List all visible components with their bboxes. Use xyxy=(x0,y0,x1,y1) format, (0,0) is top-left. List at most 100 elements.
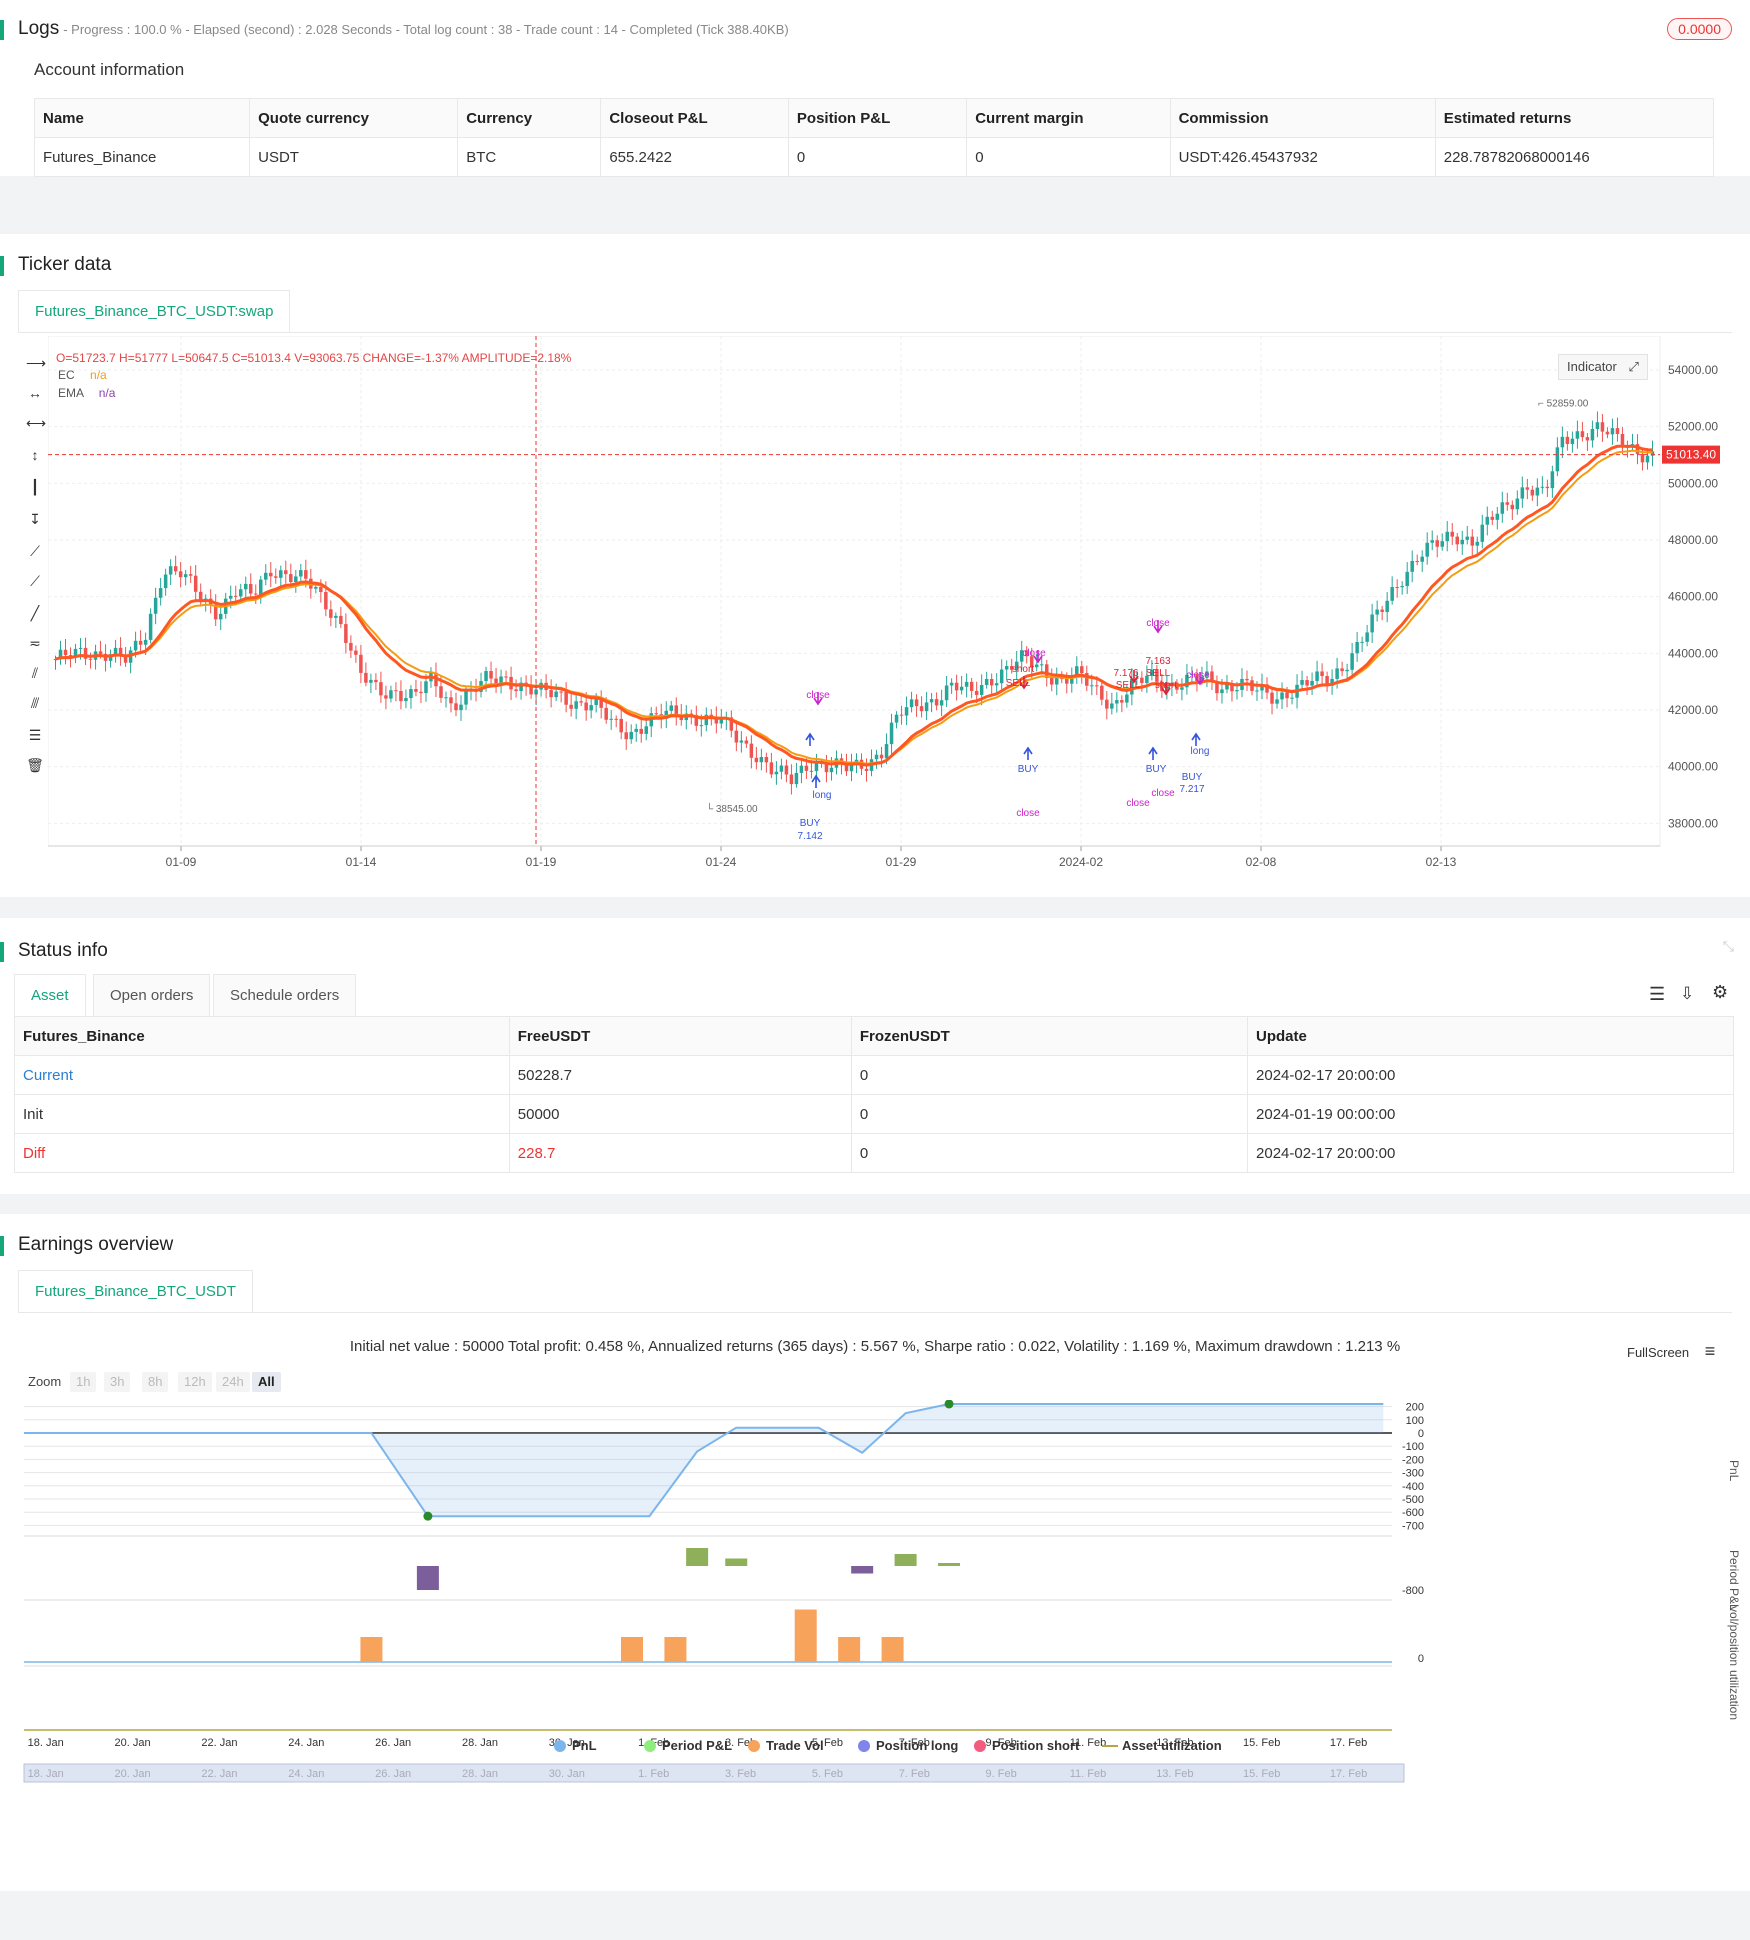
trend-line-icon[interactable]: ⟋ xyxy=(26,542,44,560)
candle-body xyxy=(624,732,628,740)
legend-item[interactable]: Asset utilization xyxy=(1102,1738,1222,1753)
candle-body xyxy=(324,592,328,610)
vertical-line-icon[interactable]: ↕ xyxy=(26,446,44,464)
high-label: ⌐ 52859.00 xyxy=(1538,398,1589,409)
asset-cell: 2024-02-17 20:00:00 xyxy=(1247,1133,1734,1173)
tab-asset[interactable]: Asset xyxy=(14,974,86,1017)
candle-body xyxy=(259,579,263,595)
candle-body xyxy=(228,595,233,599)
asset-cell: Current xyxy=(14,1055,510,1095)
candle-body xyxy=(1550,471,1555,489)
legend-ec-name: EC xyxy=(58,368,75,382)
pnl-y-tick: -300 xyxy=(1402,1468,1424,1480)
tab-schedule-orders[interactable]: Schedule orders xyxy=(213,974,357,1017)
candle-body xyxy=(614,718,618,720)
legend-item[interactable]: Position long xyxy=(858,1738,958,1753)
candle-body xyxy=(484,671,488,682)
candle-body xyxy=(639,728,643,734)
settings-gear-icon[interactable]: ⚙ xyxy=(1712,982,1728,1003)
grid-lines-icon[interactable]: ☰ xyxy=(26,726,44,744)
candle-body xyxy=(784,765,789,775)
tab-open-orders[interactable]: Open orders xyxy=(93,974,211,1017)
asset-cell: 50228.7 xyxy=(508,1055,852,1095)
candlestick-chart[interactable]: 54000.00 52000.00 50000.00 48000.00 46000.00… xyxy=(48,336,1748,896)
candle-body xyxy=(1110,703,1114,709)
candle-body xyxy=(178,571,183,578)
zoom-3h[interactable]: 3h xyxy=(104,1372,131,1392)
x-tick-label: 15. Feb xyxy=(1243,1737,1280,1749)
legend-label: Asset utilization xyxy=(1122,1738,1222,1753)
price-line-icon[interactable]: ≂ xyxy=(26,634,44,652)
candle-body xyxy=(1560,436,1565,448)
zoom-24h[interactable]: 24h xyxy=(216,1372,250,1392)
candle-body xyxy=(449,697,453,704)
legend-dot-icon xyxy=(858,1740,870,1752)
ticker-tab[interactable]: Futures_Binance_BTC_USDT:swap xyxy=(18,290,291,333)
candle-body xyxy=(1090,685,1094,687)
trade-marker: long xyxy=(813,790,832,801)
indicator-button[interactable]: Indicator ⤢ xyxy=(1558,354,1648,380)
candle-body xyxy=(829,767,834,773)
zoom-12h[interactable]: 12h xyxy=(178,1372,212,1392)
candle-body xyxy=(1525,487,1530,490)
candle-body xyxy=(254,593,258,595)
asset-cell: 228.7 xyxy=(508,1133,852,1173)
candle-body xyxy=(289,574,293,583)
x-tick-label: 2024-02 xyxy=(1059,855,1103,869)
expand-icon[interactable]: ⤢ xyxy=(1629,359,1639,374)
candle-body xyxy=(193,575,198,592)
logs-title-text: Logs xyxy=(18,18,60,39)
y-tick-label: 54000.00 xyxy=(1668,363,1718,377)
segment-icon[interactable]: ╱ xyxy=(26,604,44,622)
candle-body xyxy=(1105,699,1109,709)
vertical-segment-icon[interactable]: ┃ xyxy=(26,478,44,496)
candle-body xyxy=(404,698,408,702)
earnings-summary: Initial net value : 50000 Total profit: … xyxy=(349,1338,1401,1355)
trade-marker-text: close xyxy=(1126,798,1150,809)
candle-body xyxy=(979,684,984,695)
fib-icon[interactable]: ⫻ xyxy=(26,694,44,712)
candle-body xyxy=(1380,609,1384,612)
candle-body xyxy=(153,597,158,614)
legend-ema-value: n/a xyxy=(98,386,116,400)
account-col-header: Current margin xyxy=(966,98,1171,138)
trade-marker-text: long xyxy=(813,790,832,801)
ray-line-icon[interactable]: ⟋ xyxy=(26,572,44,590)
vertical-ray-icon[interactable]: ↧ xyxy=(26,510,44,528)
trade-marker-text: short xyxy=(1012,664,1034,675)
candle-body xyxy=(1505,502,1510,505)
account-heading: Account information xyxy=(34,60,185,79)
candle-body xyxy=(494,678,498,684)
horizontal-ray-icon[interactable]: ↔ xyxy=(26,384,44,402)
legend-item[interactable]: PnL xyxy=(554,1738,597,1753)
collapse-icon[interactable]: ⤡ xyxy=(1723,938,1734,955)
period-pnl-bar xyxy=(725,1558,748,1566)
candle-body xyxy=(759,756,764,763)
zoom-8h[interactable]: 8h xyxy=(142,1372,169,1392)
hamburger-menu-icon[interactable]: ≡ xyxy=(1705,1341,1716,1361)
earnings-chart[interactable]: 2001000-100-200-300-400-500-600-700PnL-8… xyxy=(10,1400,1740,1940)
parallel-channel-icon[interactable]: ⫽ xyxy=(26,664,44,682)
horizontal-line-icon[interactable]: ⟶ xyxy=(26,354,46,372)
legend-label: Trade Vol xyxy=(766,1738,824,1753)
candle-body xyxy=(329,609,333,618)
list-view-icon[interactable]: ☰ xyxy=(1649,984,1665,1005)
candle-body xyxy=(133,640,138,651)
trash-icon[interactable]: 🗑 xyxy=(26,756,44,774)
candle-body xyxy=(1530,489,1535,496)
legend-ema: EMA n/a xyxy=(58,386,115,400)
fullscreen-button[interactable]: FullScreen ≡ xyxy=(1627,1341,1715,1362)
candle-body xyxy=(549,690,553,698)
zoom-all[interactable]: All xyxy=(252,1372,281,1392)
candle-body xyxy=(504,676,508,678)
logs-badge: 0.0000 xyxy=(1667,18,1732,40)
candle-body xyxy=(1125,694,1129,703)
asset-cell: 0 xyxy=(850,1094,1249,1134)
extended-line-icon[interactable]: ⟷ xyxy=(26,414,46,432)
legend-item[interactable]: Trade Vol xyxy=(748,1738,824,1753)
candle-body xyxy=(899,714,904,716)
candle-body xyxy=(584,702,588,711)
earnings-tab[interactable]: Futures_Binance_BTC_USDT xyxy=(18,1270,253,1313)
download-icon[interactable]: ⇩ xyxy=(1680,984,1694,1004)
zoom-1h[interactable]: 1h xyxy=(70,1372,97,1392)
